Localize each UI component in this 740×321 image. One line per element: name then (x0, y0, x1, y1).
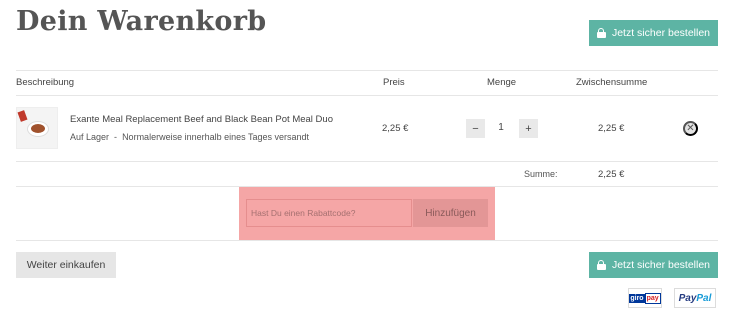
quantity-value: 1 (498, 122, 504, 133)
remove-item-button[interactable]: ✕ (683, 121, 698, 136)
continue-shopping-button[interactable]: Weiter einkaufen (16, 252, 116, 278)
stock-separator: - (114, 132, 118, 142)
quantity-increase-button[interactable]: + (519, 119, 538, 138)
column-header-price: Preis (383, 77, 405, 88)
column-header-subtotal: Zwischensumme (576, 77, 648, 88)
column-header-quantity: Menge (487, 77, 517, 88)
sum-label: Summe: (524, 169, 558, 179)
item-subtotal: 2,25 € (598, 123, 625, 134)
checkout-button-bottom[interactable]: Jetzt sicher bestellen (589, 252, 718, 278)
divider (16, 95, 718, 96)
coupon-code-input[interactable] (246, 199, 412, 227)
coupon-add-button[interactable]: Hinzufügen (413, 199, 488, 227)
divider (16, 70, 718, 71)
giropay-logo: giro pay (628, 288, 662, 308)
item-price: 2,25 € (382, 123, 409, 134)
delivery-info: Normalerweise innerhalb eines Tages vers… (122, 132, 309, 142)
stock-status: Auf Lager (70, 132, 110, 142)
lock-icon (596, 28, 606, 38)
page-title: Dein Warenkorb (16, 6, 267, 37)
column-header-description: Beschreibung (16, 77, 75, 88)
divider (16, 240, 718, 241)
stock-info: Auf Lager - Normalerweise innerhalb eine… (70, 132, 309, 142)
checkout-label: Jetzt sicher bestellen (611, 27, 711, 39)
product-name[interactable]: Exante Meal Replacement Beef and Black B… (70, 114, 333, 125)
product-thumbnail[interactable] (16, 107, 58, 149)
paypal-logo: Pay Pal (674, 288, 716, 308)
divider (16, 161, 718, 162)
sum-value: 2,25 € (598, 169, 625, 180)
quantity-decrease-button[interactable]: − (466, 119, 485, 138)
checkout-button-top[interactable]: Jetzt sicher bestellen (589, 20, 718, 46)
checkout-label: Jetzt sicher bestellen (611, 259, 711, 271)
lock-icon (596, 260, 606, 270)
